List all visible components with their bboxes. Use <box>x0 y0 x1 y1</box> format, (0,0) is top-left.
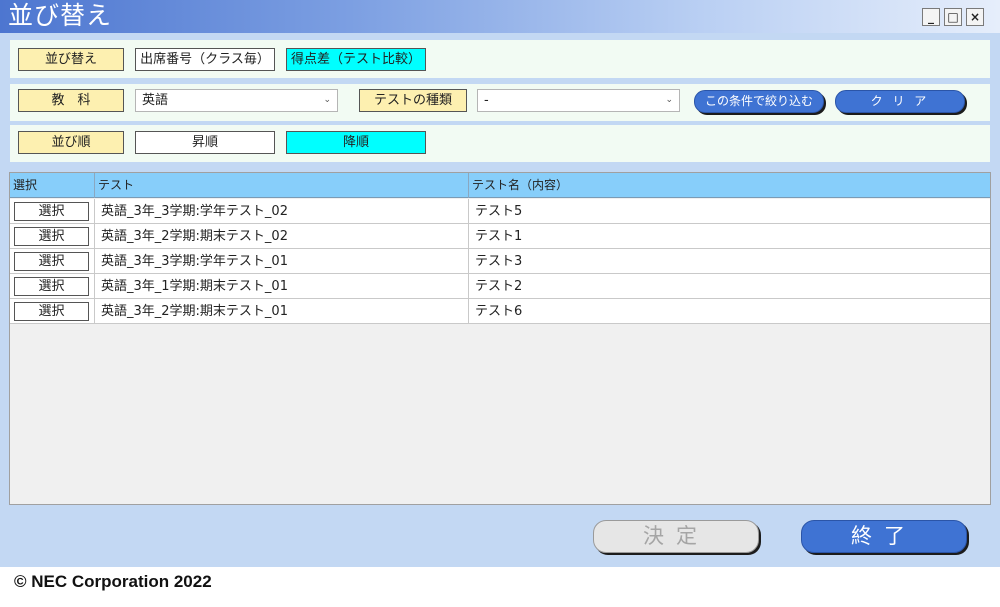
select-button[interactable]: 選択 <box>14 277 89 296</box>
test-cell: 英語_3年_2学期:期末テスト_01 <box>95 299 469 324</box>
minimize-icon[interactable]: _ <box>922 8 940 26</box>
table-row: 選択 英語_3年_2学期:期末テスト_02 テスト1 <box>10 224 990 249</box>
close-icon[interactable]: × <box>966 8 984 26</box>
copyright-text: © NEC Corporation 2022 <box>14 572 212 591</box>
sort-label: 並び替え <box>18 48 124 71</box>
test-type-select[interactable]: - ⌄ <box>477 89 680 112</box>
test-name-cell: テスト3 <box>475 254 523 269</box>
select-cell: 選択 <box>10 274 95 299</box>
test-name-cell: テスト1 <box>475 229 523 244</box>
sort-option-score-diff[interactable]: 得点差（テスト比較） <box>286 48 426 71</box>
grid-header: 選択 テスト テスト名（内容） <box>10 173 990 198</box>
title-bar: 並び替え _ □ × <box>0 0 1000 33</box>
select-cell: 選択 <box>10 199 95 224</box>
subject-label: 教 科 <box>18 89 124 112</box>
column-header-test-name: テスト名（内容） <box>472 178 569 192</box>
end-button[interactable]: 終了 <box>801 520 967 553</box>
subject-select-value: 英語 <box>142 93 169 108</box>
select-cell: 選択 <box>10 299 95 324</box>
test-name-cell: テスト2 <box>475 279 523 294</box>
filter-panel: 教 科 英語 ⌄ テストの種類 - ⌄ この条件で絞り込む ク リ ア <box>10 84 990 121</box>
column-header-test: テスト <box>95 173 469 198</box>
maximize-icon[interactable]: □ <box>944 8 962 26</box>
chevron-down-icon: ⌄ <box>665 95 673 105</box>
window-title: 並び替え <box>8 1 113 30</box>
apply-filter-button[interactable]: この条件で絞り込む <box>694 90 824 113</box>
sort-panel: 並び替え 出席番号（クラス毎） 得点差（テスト比較） <box>10 40 990 78</box>
order-panel: 並び順 昇順 降順 <box>10 125 990 162</box>
test-cell: 英語_3年_1学期:期末テスト_01 <box>95 274 469 299</box>
sort-option-attendance[interactable]: 出席番号（クラス毎） <box>135 48 275 71</box>
test-type-select-value: - <box>484 93 489 108</box>
chevron-down-icon: ⌄ <box>323 95 331 105</box>
subject-select[interactable]: 英語 ⌄ <box>135 89 338 112</box>
clear-button[interactable]: ク リ ア <box>835 90 965 113</box>
test-cell: 英語_3年_3学期:学年テスト_02 <box>95 199 469 224</box>
test-cell: 英語_3年_2学期:期末テスト_02 <box>95 224 469 249</box>
sort-dialog: 並び替え _ □ × 並び替え 出席番号（クラス毎） 得点差（テスト比較） 教 … <box>0 0 1000 567</box>
table-row: 選択 英語_3年_2学期:期末テスト_01 テスト6 <box>10 299 990 324</box>
select-cell: 選択 <box>10 249 95 274</box>
select-button[interactable]: 選択 <box>14 252 89 271</box>
select-button[interactable]: 選択 <box>14 227 89 246</box>
table-row: 選択 英語_3年_1学期:期末テスト_01 テスト2 <box>10 274 990 299</box>
order-label: 並び順 <box>18 131 124 154</box>
test-list-grid: 選択 テスト テスト名（内容） 選択 英語_3年_3学期:学年テスト_02 テスト5… <box>9 172 991 505</box>
table-row: 選択 英語_3年_3学期:学年テスト_01 テスト3 <box>10 249 990 274</box>
test-cell: 英語_3年_3学期:学年テスト_01 <box>95 249 469 274</box>
order-option-ascending[interactable]: 昇順 <box>135 131 275 154</box>
test-type-label: テストの種類 <box>359 89 467 112</box>
select-button[interactable]: 選択 <box>14 302 89 321</box>
column-header-select: 選択 <box>10 173 95 198</box>
select-button[interactable]: 選択 <box>14 202 89 221</box>
select-cell: 選択 <box>10 224 95 249</box>
test-name-cell: テスト6 <box>475 304 523 319</box>
decide-button[interactable]: 決定 <box>593 520 759 553</box>
table-row: 選択 英語_3年_3学期:学年テスト_02 テスト5 <box>10 199 990 224</box>
order-option-descending[interactable]: 降順 <box>286 131 426 154</box>
test-name-cell: テスト5 <box>475 204 523 219</box>
